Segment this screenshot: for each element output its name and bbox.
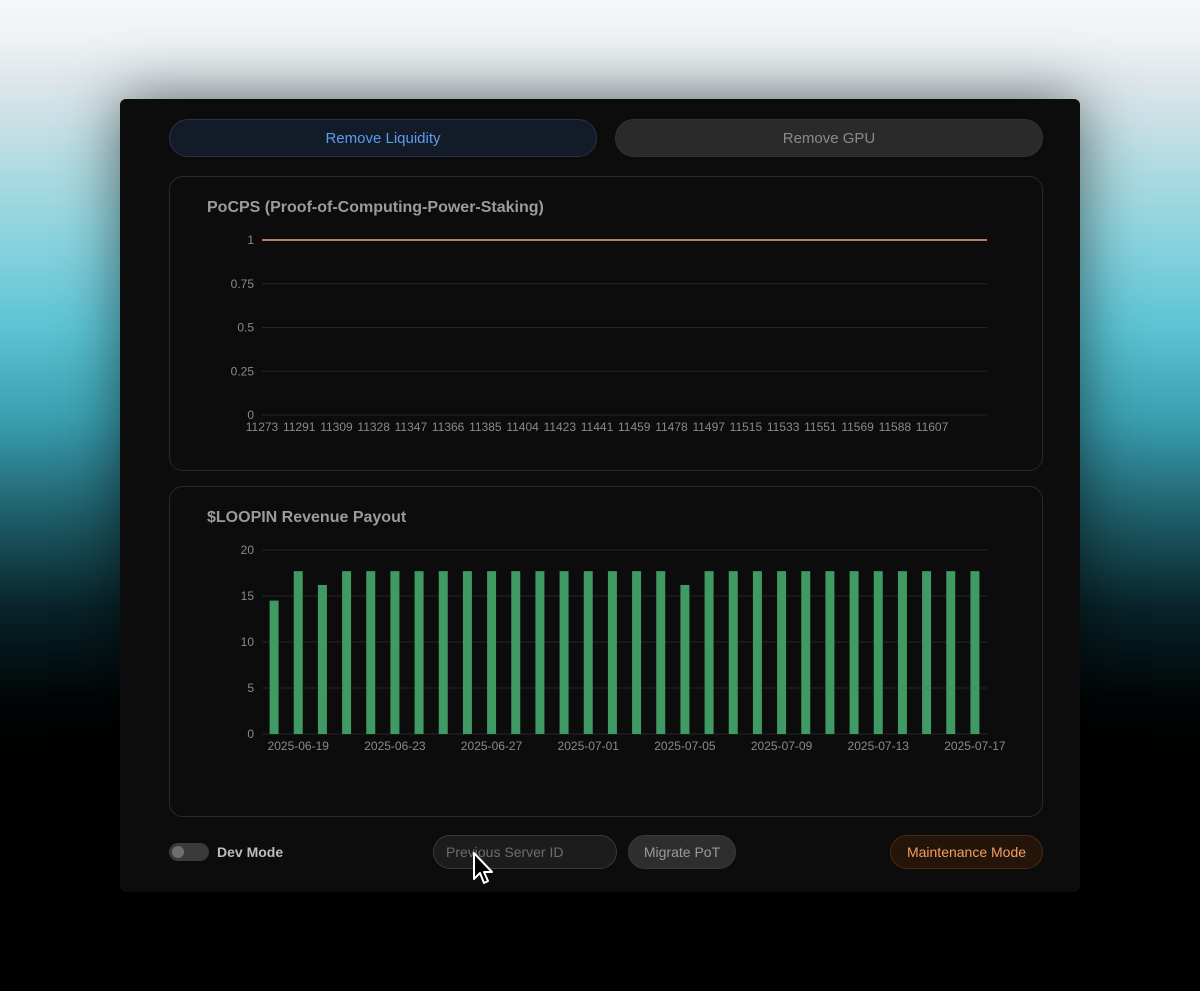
y-tick-label: 15 bbox=[241, 589, 255, 603]
revenue-bar bbox=[487, 571, 497, 734]
x-tick-label: 11385 bbox=[469, 420, 502, 434]
revenue-bar bbox=[414, 571, 424, 734]
revenue-bar bbox=[293, 571, 303, 734]
x-tick-label: 11569 bbox=[841, 420, 874, 434]
revenue-bar bbox=[752, 571, 762, 734]
x-tick-label: 2025-07-01 bbox=[558, 739, 620, 753]
x-tick-label: 11588 bbox=[879, 420, 912, 434]
revenue-bar bbox=[680, 584, 690, 734]
x-tick-label: 11366 bbox=[432, 420, 465, 434]
revenue-bar bbox=[656, 571, 666, 734]
x-tick-label: 2025-07-17 bbox=[944, 739, 1006, 753]
maintenance-mode-button[interactable]: Maintenance Mode bbox=[890, 835, 1043, 869]
revenue-bar bbox=[269, 600, 279, 734]
revenue-bar bbox=[825, 571, 835, 734]
x-tick-label: 11459 bbox=[618, 420, 651, 434]
revenue-bar bbox=[946, 571, 956, 734]
x-tick-label: 11515 bbox=[730, 420, 763, 434]
dev-mode-toggle[interactable] bbox=[169, 843, 209, 861]
revenue-bar-chart: 0 5 10 15 20 2025-06-19 2025-06-23 2025-06-27 20… bbox=[241, 543, 1006, 753]
x-tick-label: 11347 bbox=[395, 420, 428, 434]
x-tick-label: 2025-06-23 bbox=[364, 739, 426, 753]
x-tick-label: 11533 bbox=[767, 420, 800, 434]
remove-panel: Remove Liquidity Remove GPU PoCPS (Proof… bbox=[120, 99, 1080, 892]
revenue-bar bbox=[583, 571, 593, 734]
revenue-bar bbox=[873, 571, 883, 734]
x-tick-label: 11273 bbox=[246, 420, 279, 434]
y-tick-label: 0 bbox=[247, 727, 254, 741]
x-tick-label: 2025-06-19 bbox=[268, 739, 330, 753]
revenue-bar bbox=[777, 571, 787, 734]
x-tick-label: 11404 bbox=[506, 420, 539, 434]
revenue-bar bbox=[535, 571, 545, 734]
x-tick-label: 2025-07-05 bbox=[654, 739, 716, 753]
x-tick-label: 11478 bbox=[655, 420, 688, 434]
revenue-bar bbox=[897, 571, 907, 734]
y-tick-label: 1 bbox=[247, 233, 254, 247]
x-tick-label: 11291 bbox=[283, 420, 316, 434]
revenue-bar bbox=[922, 571, 932, 734]
dev-mode-label: Dev Mode bbox=[217, 844, 284, 860]
migrate-pot-button[interactable]: Migrate PoT bbox=[628, 835, 736, 869]
tab-remove-gpu[interactable]: Remove GPU bbox=[615, 119, 1043, 157]
x-tick-label: 2025-06-27 bbox=[461, 739, 523, 753]
x-tick-label: 11309 bbox=[320, 420, 353, 434]
x-tick-label: 11551 bbox=[804, 420, 837, 434]
dev-mode-toggle-knob bbox=[172, 846, 184, 858]
mouse-cursor-icon bbox=[473, 852, 493, 884]
revenue-bar bbox=[462, 571, 472, 734]
revenue-bar bbox=[438, 571, 448, 734]
pocps-line-chart: 00.250.50.75111273 11291 11309 11328 11347 11… bbox=[231, 233, 987, 434]
revenue-bar bbox=[970, 571, 980, 734]
previous-server-id-input[interactable] bbox=[433, 835, 617, 869]
revenue-chart-card: $LOOPIN Revenue Payout 0 5 10 15 20 2025-06-1… bbox=[169, 486, 1043, 817]
revenue-bar bbox=[390, 571, 400, 734]
x-tick-label: 11328 bbox=[357, 420, 390, 434]
tab-remove-liquidity[interactable]: Remove Liquidity bbox=[169, 119, 597, 157]
revenue-bar bbox=[801, 571, 811, 734]
x-tick-label: 11607 bbox=[916, 420, 949, 434]
revenue-bar bbox=[728, 571, 738, 734]
revenue-bar bbox=[342, 571, 352, 734]
x-tick-label: 11441 bbox=[581, 420, 614, 434]
y-tick-label: 5 bbox=[247, 681, 254, 695]
revenue-bar bbox=[632, 571, 642, 734]
y-tick-label: 10 bbox=[241, 635, 255, 649]
revenue-bar bbox=[511, 571, 521, 734]
x-tick-label: 11497 bbox=[692, 420, 725, 434]
pocps-chart-card: PoCPS (Proof-of-Computing-Power-Staking)… bbox=[169, 176, 1043, 471]
y-tick-label: 0.25 bbox=[231, 364, 255, 378]
y-tick-label: 20 bbox=[241, 543, 255, 557]
x-tick-label: 2025-07-09 bbox=[751, 739, 813, 753]
revenue-bar bbox=[607, 571, 617, 734]
y-tick-label: 0.5 bbox=[237, 321, 254, 335]
revenue-bar bbox=[317, 584, 327, 734]
revenue-bar bbox=[559, 571, 569, 734]
x-tick-label: 2025-07-13 bbox=[848, 739, 910, 753]
revenue-bar bbox=[849, 571, 859, 734]
revenue-bar bbox=[366, 571, 376, 734]
x-tick-label: 11423 bbox=[544, 420, 577, 434]
y-tick-label: 0.75 bbox=[231, 277, 255, 291]
revenue-bar bbox=[704, 571, 714, 734]
